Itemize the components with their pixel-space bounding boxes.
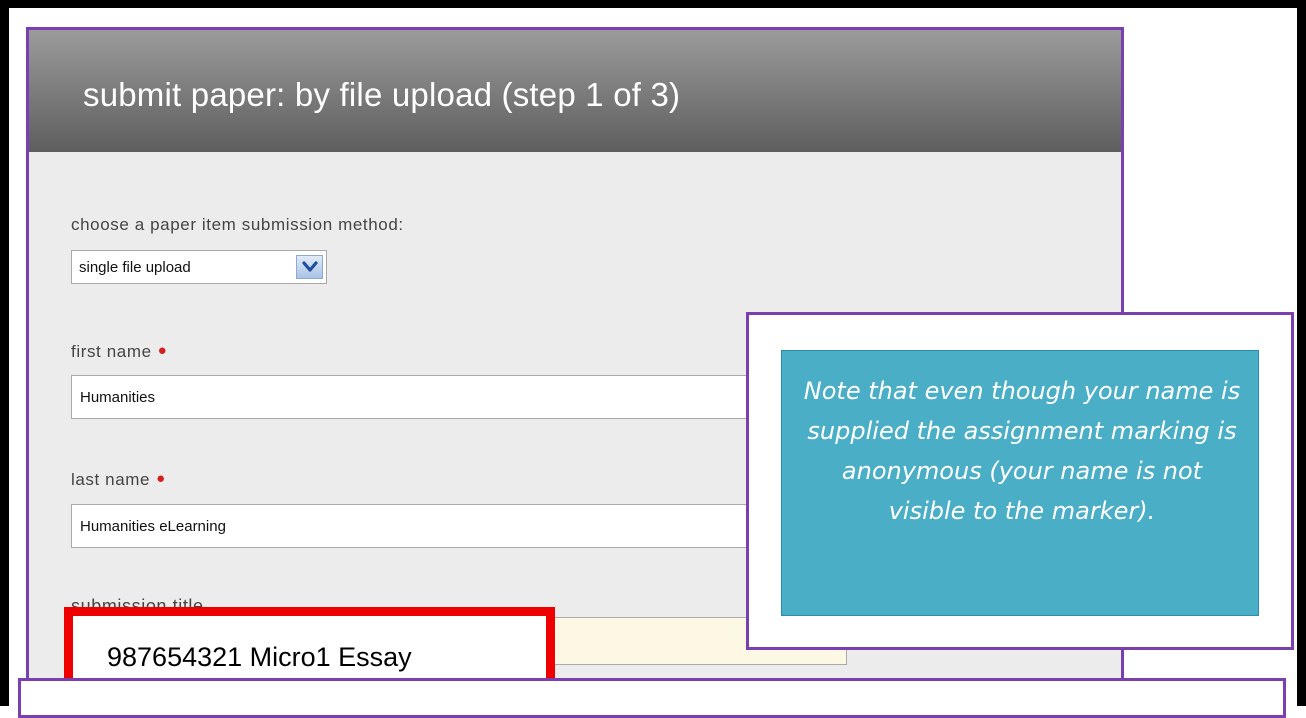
next-panel: [18, 678, 1286, 718]
submission-method-value: single file upload: [79, 259, 191, 276]
submission-method-label: choose a paper item submission method:: [71, 215, 404, 234]
anonymity-note-callout: Note that even though your name is suppl…: [746, 312, 1294, 650]
anonymity-note: Note that even though your name is suppl…: [781, 350, 1259, 616]
first-name-label-text: first name: [71, 342, 152, 361]
chevron-down-icon: [302, 261, 318, 272]
last-name-label-text: last name: [71, 470, 151, 489]
dropdown-button[interactable]: [296, 255, 323, 279]
submission-title-value: 987654321 Micro1 Essay: [107, 642, 412, 672]
submission-method-select[interactable]: single file upload: [71, 250, 327, 284]
panel-header: submit paper: by file upload (step 1 of …: [29, 30, 1121, 152]
first-name-label: first name ●: [71, 342, 167, 362]
first-name-field[interactable]: [71, 375, 771, 419]
screenshot-frame-left: [0, 0, 9, 706]
last-name-label: last name ●: [71, 470, 166, 490]
last-name-field[interactable]: [71, 504, 771, 548]
screenshot-frame-top: [0, 0, 1306, 8]
anonymity-note-text: Note that even though your name is suppl…: [803, 377, 1241, 525]
required-dot-icon: ●: [156, 470, 166, 487]
page-title: submit paper: by file upload (step 1 of …: [83, 76, 681, 113]
screenshot-frame-right: [1297, 0, 1306, 706]
required-dot-icon: ●: [157, 342, 168, 359]
